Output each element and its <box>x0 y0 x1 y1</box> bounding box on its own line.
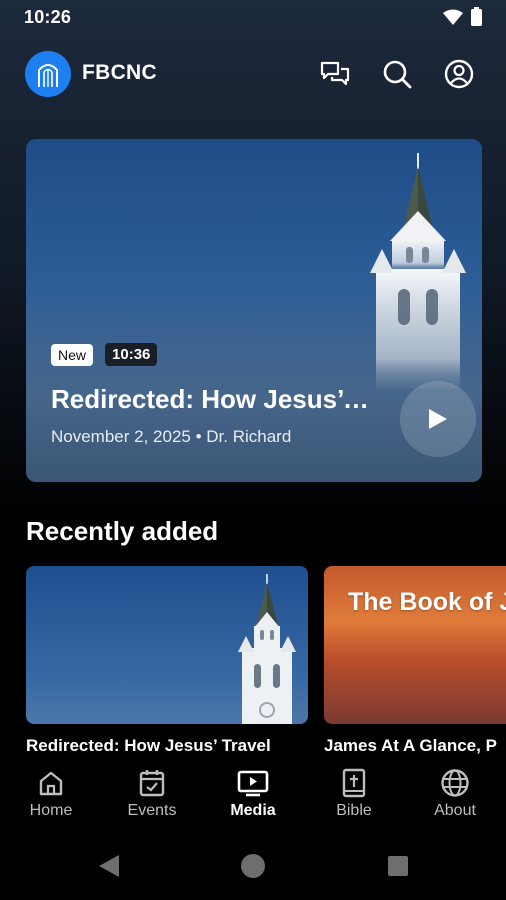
back-triangle-icon <box>99 855 119 877</box>
play-button[interactable] <box>400 381 476 457</box>
recents-square-icon <box>388 856 408 876</box>
badge-row: New 10:36 <box>51 343 158 366</box>
featured-subtitle: November 2, 2025 • Dr. Richard <box>51 427 292 446</box>
nav-label: Events <box>127 802 177 819</box>
home-circle-icon <box>241 854 265 878</box>
featured-title: Redirected: How Jesus’ Travel Plans Chan… <box>51 384 371 414</box>
media-card[interactable] <box>26 566 308 724</box>
search-icon <box>383 60 412 89</box>
new-badge: New <box>51 343 94 366</box>
media-card-caption: Redirected: How Jesus’ Travel <box>26 736 271 755</box>
home-system-button[interactable] <box>239 852 267 880</box>
church-door-icon <box>38 64 58 87</box>
church-logo[interactable] <box>25 51 71 97</box>
nav-label: About <box>434 802 476 819</box>
wifi-icon <box>443 9 463 30</box>
nav-label: Home <box>29 802 73 819</box>
tv-icon <box>237 767 269 799</box>
nav-media[interactable]: Media <box>203 762 303 828</box>
chat-button[interactable] <box>319 58 351 90</box>
bottom-nav: Home Events Media Bible About <box>0 762 506 828</box>
featured-media-card[interactable]: New 10:36 Redirected: How Jesus’ Travel … <box>26 139 482 482</box>
church-steeple-image <box>238 574 296 724</box>
system-nav-bar <box>0 832 506 900</box>
media-card[interactable]: The Book of J <box>324 566 506 724</box>
status-time: 10:26 <box>24 7 72 27</box>
nav-events[interactable]: Events <box>102 762 202 828</box>
bible-icon <box>341 767 367 799</box>
media-card-caption: James At A Glance, P <box>324 736 497 755</box>
nav-label: Media <box>230 802 276 819</box>
search-button[interactable] <box>381 58 413 90</box>
status-bar: 10:26 <box>0 0 506 36</box>
back-button[interactable] <box>95 852 123 880</box>
nav-about[interactable]: About <box>405 762 505 828</box>
nav-bible[interactable]: Bible <box>304 762 404 828</box>
status-icons <box>443 7 482 31</box>
account-circle-icon <box>444 59 474 89</box>
play-icon <box>429 409 447 429</box>
recently-added-heading: Recently added <box>26 516 219 546</box>
media-card-thumb-title: The Book of J <box>348 588 506 616</box>
app-title: FBCNC <box>82 61 157 84</box>
duration-badge: 10:36 <box>105 343 158 366</box>
calendar-icon <box>138 767 166 799</box>
recents-button[interactable] <box>384 852 412 880</box>
nav-home[interactable]: Home <box>1 762 101 828</box>
app-header: FBCNC <box>0 46 506 102</box>
chat-icon <box>320 61 350 86</box>
profile-button[interactable] <box>443 58 475 90</box>
home-icon <box>37 767 65 799</box>
nav-label: Bible <box>336 802 372 819</box>
globe-icon <box>440 767 470 799</box>
battery-icon <box>471 7 482 31</box>
